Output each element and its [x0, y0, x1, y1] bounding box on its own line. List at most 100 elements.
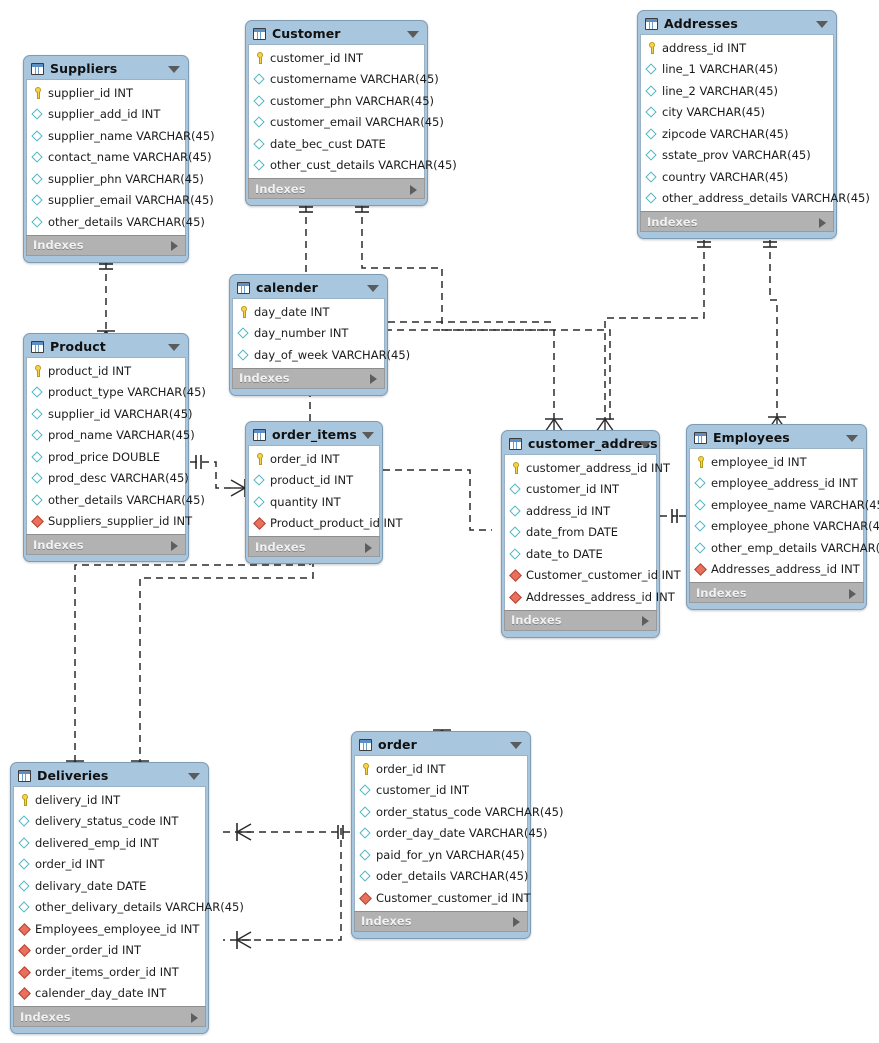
indexes-bar-suppliers[interactable]: Indexes — [26, 234, 186, 256]
table-node-order[interactable]: order order_id INT customer_id INT order_st… — [351, 731, 563, 939]
column-row[interactable]: delivery_status_code INT — [14, 811, 205, 833]
table-header-calender[interactable]: calender — [232, 277, 385, 298]
column-row[interactable]: contact_name VARCHAR(45) — [27, 147, 212, 169]
table-header-product[interactable]: Product — [26, 336, 186, 357]
chevron-down-icon[interactable] — [510, 741, 522, 749]
table-header-customer[interactable]: Customer — [248, 23, 425, 44]
column-row[interactable]: Customer_customer_id INT — [505, 565, 681, 587]
column-row[interactable]: oder_details VARCHAR(45) — [355, 866, 528, 888]
column-row[interactable]: line_1 VARCHAR(45) — [641, 59, 833, 81]
chevron-right-icon[interactable] — [171, 540, 178, 551]
column-row[interactable]: date_bec_cust DATE — [249, 133, 424, 155]
column-row[interactable]: customer_id INT — [355, 780, 527, 802]
column-row[interactable]: supplier_phn VARCHAR(45) — [27, 168, 204, 190]
table-header-employees[interactable]: Employees — [689, 427, 864, 448]
column-row[interactable]: prod_name VARCHAR(45) — [27, 425, 195, 447]
table-node-product[interactable]: Product product_id INT product_type VARCHA… — [23, 333, 206, 562]
indexes-bar-customer_address[interactable]: Indexes — [504, 609, 657, 631]
column-row[interactable]: country VARCHAR(45) — [641, 166, 833, 188]
column-row[interactable]: employee_address_id INT — [690, 473, 863, 495]
column-row[interactable]: product_id INT — [249, 470, 379, 492]
column-row[interactable]: supplier_id INT — [27, 82, 185, 104]
column-row[interactable]: product_type VARCHAR(45) — [27, 382, 206, 404]
table-node-addresses[interactable]: Addresses address_id INT line_1 VARCHAR(45… — [637, 10, 870, 239]
chevron-right-icon[interactable] — [370, 374, 377, 384]
table-node-order_items[interactable]: order_items order_id INT product_id INT qua… — [245, 421, 403, 564]
table-header-customer_address[interactable]: customer_address — [504, 433, 658, 454]
table-header-deliveries[interactable]: Deliveries — [13, 765, 206, 786]
column-row[interactable]: other_details VARCHAR(45) — [27, 489, 205, 511]
chevron-right-icon[interactable] — [849, 588, 856, 599]
table-node-deliveries[interactable]: Deliveries delivery_id INT delivery_status… — [10, 762, 244, 1034]
column-row[interactable]: delivary_date DATE — [14, 875, 205, 897]
column-row[interactable]: Customer_customer_id INT — [355, 887, 531, 909]
column-row[interactable]: day_of_week VARCHAR(45) — [233, 344, 410, 366]
column-row[interactable]: order_id INT — [249, 448, 379, 470]
table-node-calender[interactable]: calender day_date INT day_number INT day_of… — [229, 274, 410, 396]
chevron-down-icon[interactable] — [846, 434, 858, 442]
chevron-right-icon[interactable] — [171, 241, 178, 251]
column-row[interactable]: other_cust_details VARCHAR(45) — [249, 155, 457, 177]
table-header-suppliers[interactable]: Suppliers — [26, 58, 186, 79]
column-row[interactable]: other_emp_details VARCHAR(45) — [690, 537, 879, 559]
column-row[interactable]: customer_email VARCHAR(45) — [249, 112, 444, 134]
indexes-bar-product[interactable]: Indexes — [26, 534, 186, 555]
column-row[interactable]: zipcode VARCHAR(45) — [641, 123, 833, 145]
column-row[interactable]: prod_desc VARCHAR(45) — [27, 468, 189, 490]
indexes-bar-employees[interactable]: Indexes — [689, 582, 864, 603]
chevron-down-icon[interactable] — [168, 343, 180, 351]
indexes-bar-calender[interactable]: Indexes — [232, 367, 385, 389]
column-row[interactable]: prod_price DOUBLE — [27, 446, 185, 468]
column-row[interactable]: address_id INT — [641, 37, 833, 59]
column-row[interactable]: paid_for_yn VARCHAR(45) — [355, 844, 527, 866]
column-row[interactable]: order_items_order_id INT — [14, 961, 205, 983]
column-row[interactable]: employee_phone VARCHAR(45) — [690, 516, 879, 538]
chevron-down-icon[interactable] — [168, 65, 180, 73]
column-row[interactable]: customer_phn VARCHAR(45) — [249, 90, 434, 112]
table-node-employees[interactable]: Employees employee_id INT employee_address… — [686, 424, 879, 610]
column-row[interactable]: supplier_id VARCHAR(45) — [27, 403, 193, 425]
column-row[interactable]: customername VARCHAR(45) — [249, 69, 439, 91]
column-row[interactable]: delivered_emp_id INT — [14, 832, 205, 854]
chevron-down-icon[interactable] — [367, 284, 379, 292]
chevron-right-icon[interactable] — [819, 217, 826, 228]
column-row[interactable]: order_order_id INT — [14, 940, 205, 962]
column-row[interactable]: day_date INT — [233, 301, 384, 323]
column-row[interactable]: customer_id INT — [505, 479, 656, 501]
indexes-bar-customer[interactable]: Indexes — [248, 178, 425, 199]
column-row[interactable]: other_details VARCHAR(45) — [27, 211, 205, 233]
table-header-order_items[interactable]: order_items — [248, 424, 380, 445]
chevron-right-icon[interactable] — [410, 184, 417, 195]
column-row[interactable]: employee_name VARCHAR(45) — [690, 494, 879, 516]
column-row[interactable]: employee_id INT — [690, 451, 863, 473]
chevron-right-icon[interactable] — [642, 616, 649, 626]
table-node-customer[interactable]: Customer customer_id INT customername VARC… — [245, 20, 457, 206]
table-node-customer_address[interactable]: customer_address customer_address_id INT c… — [501, 430, 681, 638]
chevron-down-icon[interactable] — [188, 772, 200, 780]
column-row[interactable]: Addresses_address_id INT — [505, 586, 675, 608]
column-row[interactable]: order_status_code VARCHAR(45) — [355, 801, 563, 823]
column-row[interactable]: supplier_email VARCHAR(45) — [27, 190, 214, 212]
column-row[interactable]: Employees_employee_id INT — [14, 918, 205, 940]
table-node-suppliers[interactable]: Suppliers supplier_id INT supplier_add_id … — [23, 55, 215, 263]
column-row[interactable]: order_id INT — [355, 758, 527, 780]
indexes-bar-addresses[interactable]: Indexes — [640, 211, 834, 232]
indexes-bar-order_items[interactable]: Indexes — [248, 536, 380, 557]
chevron-down-icon[interactable] — [816, 20, 828, 28]
column-row[interactable]: city VARCHAR(45) — [641, 102, 833, 124]
column-row[interactable]: customer_address_id INT — [505, 457, 670, 479]
chevron-right-icon[interactable] — [365, 542, 372, 553]
chevron-down-icon[interactable] — [362, 431, 374, 439]
indexes-bar-deliveries[interactable]: Indexes — [13, 1006, 206, 1027]
column-row[interactable]: delivery_id INT — [14, 789, 205, 811]
chevron-down-icon[interactable] — [639, 440, 651, 448]
column-row[interactable]: product_id INT — [27, 360, 185, 382]
eer-diagram-canvas[interactable]: Suppliers supplier_id INT supplier_add_id … — [0, 0, 879, 1043]
column-row[interactable]: Product_product_id INT — [249, 513, 403, 535]
column-row[interactable]: quantity INT — [249, 491, 379, 513]
chevron-right-icon[interactable] — [191, 1012, 198, 1023]
column-row[interactable]: address_id INT — [505, 500, 656, 522]
table-header-order[interactable]: order — [354, 734, 528, 755]
column-row[interactable]: order_day_date VARCHAR(45) — [355, 823, 547, 845]
column-row[interactable]: other_address_details VARCHAR(45) — [641, 188, 870, 210]
